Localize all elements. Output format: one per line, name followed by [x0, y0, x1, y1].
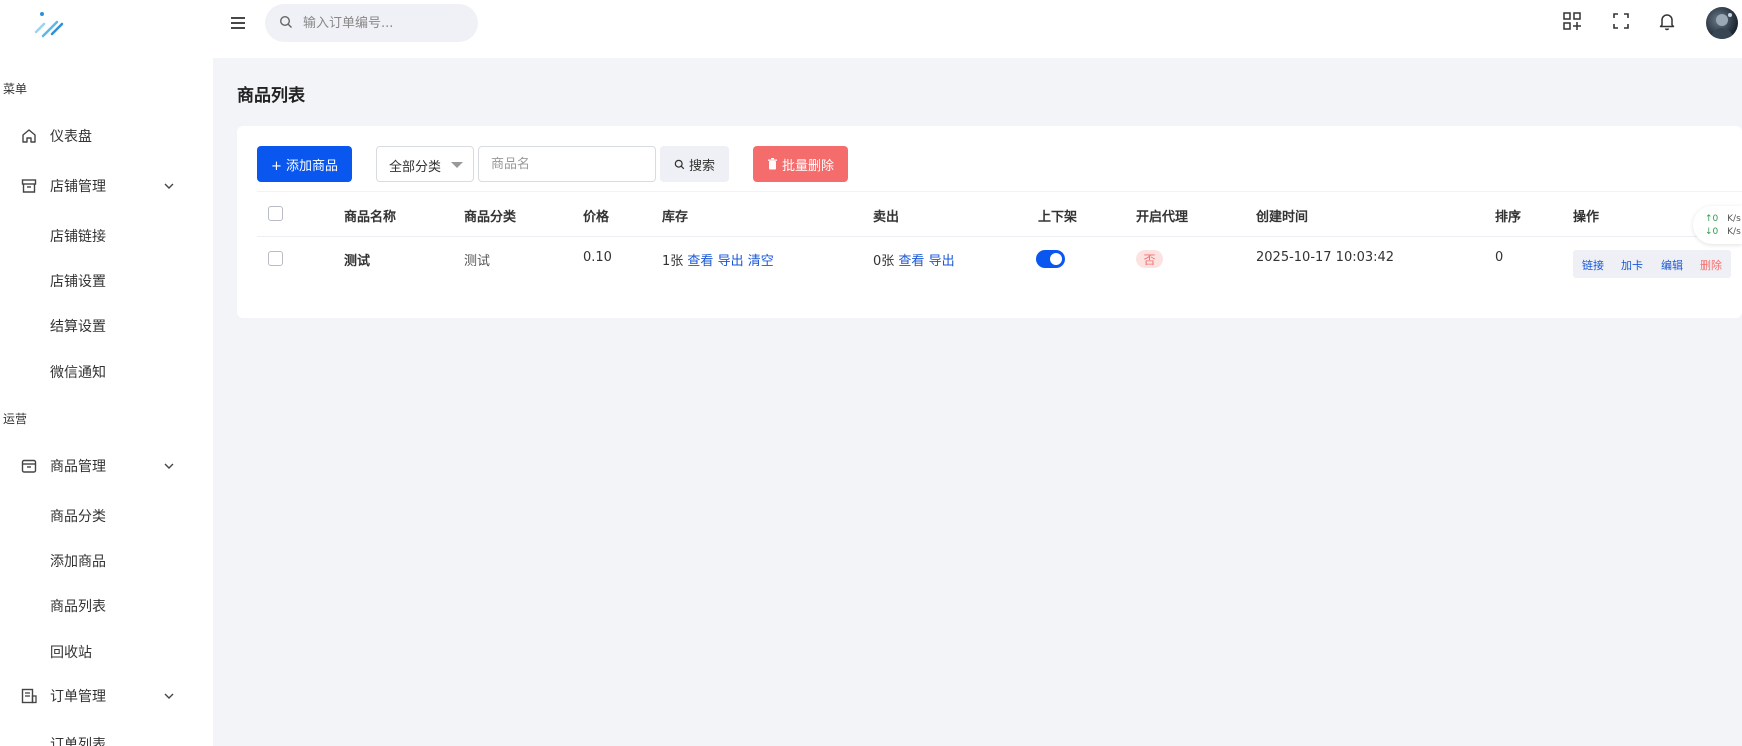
column-header-proxy: 开启代理: [1136, 210, 1189, 225]
qr-add-icon[interactable]: [1562, 11, 1582, 31]
sidebar-item-label: 订单管理: [50, 689, 106, 705]
row-checkbox[interactable]: [268, 251, 283, 266]
order-search-input[interactable]: [303, 4, 471, 42]
toggle-knob: [1050, 253, 1062, 265]
network-speed-widget[interactable]: ↑0 K/s ↓0 K/s: [1693, 206, 1742, 244]
column-header-sort: 排序: [1495, 210, 1522, 225]
product-price: 0.10: [583, 250, 612, 265]
sort-value: 0: [1495, 250, 1504, 265]
sidebar-item-dashboard[interactable]: 仪表盘: [0, 116, 213, 156]
stock-cell: 1张 查看 导出 清空: [662, 250, 774, 269]
topbar: [213, 0, 1742, 58]
upload-speed-unit: K/s: [1727, 214, 1741, 224]
download-speed-unit: K/s: [1727, 227, 1741, 237]
product-list-card: + 添加商品 全部分类 搜索 批量删除 商品名称 商品分类 价格 库存 卖出 上…: [237, 126, 1742, 318]
product-name-input[interactable]: [478, 146, 656, 182]
link-button[interactable]: 链接: [1582, 257, 1604, 273]
sold-export-link[interactable]: 导出: [929, 254, 955, 269]
search-icon: [279, 15, 293, 29]
section-label-menu: 菜单: [3, 82, 28, 96]
caret-down-icon: [451, 162, 463, 168]
column-header-category: 商品分类: [464, 210, 517, 225]
order-search: [265, 4, 478, 42]
sidebar-item-store-settings[interactable]: 店铺设置: [50, 271, 106, 291]
edit-button[interactable]: 编辑: [1661, 257, 1683, 273]
fullscreen-icon[interactable]: [1611, 11, 1631, 31]
row-actions: 链接 加卡 编辑 删除: [1573, 250, 1731, 278]
sidebar-item-wechat-notify[interactable]: 微信通知: [50, 362, 106, 382]
batch-delete-label: 批量删除: [781, 158, 834, 174]
download-speed-value: ↓0: [1705, 227, 1719, 237]
sidebar: 菜单 仪表盘 店铺管理 店铺链接 店铺设置 结算设置 微信通知 运营 商品管理 …: [0, 0, 213, 746]
sidebar-item-store-management[interactable]: 店铺管理: [0, 166, 213, 206]
column-header-name: 商品名称: [344, 210, 397, 225]
column-header-stock: 库存: [662, 210, 689, 225]
section-label-operations: 运营: [3, 412, 28, 426]
category-select[interactable]: 全部分类: [376, 146, 474, 182]
sidebar-item-label: 仪表盘: [50, 129, 92, 145]
sidebar-item-recycle-bin[interactable]: 回收站: [50, 642, 92, 662]
column-header-listed: 上下架: [1038, 210, 1078, 225]
select-all-checkbox[interactable]: [268, 206, 283, 221]
search-icon: [674, 159, 685, 170]
delete-button[interactable]: 删除: [1700, 257, 1722, 273]
add-card-button[interactable]: 加卡: [1621, 257, 1643, 273]
stock-count: 1张: [662, 254, 684, 269]
sidebar-item-add-product[interactable]: 添加商品: [50, 551, 106, 571]
proxy-status-badge: 否: [1136, 250, 1163, 268]
order-icon: [20, 687, 38, 705]
sidebar-item-product-list[interactable]: 商品列表: [50, 596, 106, 616]
batch-delete-button[interactable]: 批量删除: [753, 146, 848, 182]
sold-cell: 0张 查看 导出: [873, 250, 955, 269]
product-category: 测试: [464, 254, 491, 269]
column-header-actions: 操作: [1573, 210, 1600, 225]
stock-export-link[interactable]: 导出: [718, 254, 744, 269]
avatar[interactable]: [1706, 7, 1738, 39]
sold-count: 0张: [873, 254, 895, 269]
menu-icon[interactable]: [229, 14, 247, 32]
store-icon: [20, 177, 38, 195]
created-time: 2025-10-17 10:03:42: [1256, 250, 1395, 265]
upload-speed: ↑0 K/s: [1705, 214, 1741, 224]
category-select-value: 全部分类: [389, 160, 442, 175]
sidebar-item-order-list[interactable]: 订单列表: [50, 734, 106, 746]
stock-view-link[interactable]: 查看: [687, 254, 713, 269]
add-product-button[interactable]: + 添加商品: [257, 146, 352, 182]
sidebar-item-label: 商品管理: [50, 459, 106, 475]
download-speed: ↓0 K/s: [1705, 227, 1741, 237]
sold-view-link[interactable]: 查看: [898, 254, 924, 269]
product-name: 测试: [344, 254, 371, 269]
sidebar-item-settlement-settings[interactable]: 结算设置: [50, 316, 106, 336]
table-header-divider: [257, 236, 1742, 237]
sidebar-item-label: 店铺管理: [50, 179, 106, 195]
sidebar-item-product-category[interactable]: 商品分类: [50, 506, 106, 526]
chevron-down-icon: [162, 689, 176, 703]
column-header-created: 创建时间: [1256, 210, 1309, 225]
search-button-label: 搜索: [688, 158, 715, 174]
column-header-price: 价格: [583, 210, 610, 225]
listed-toggle[interactable]: [1036, 250, 1065, 268]
trash-icon: [767, 158, 778, 170]
upload-speed-value: ↑0: [1705, 214, 1719, 224]
box-icon: [20, 457, 38, 475]
sidebar-item-store-link[interactable]: 店铺链接: [50, 226, 106, 246]
sidebar-item-product-management[interactable]: 商品管理: [0, 446, 213, 486]
sidebar-item-order-management[interactable]: 订单管理: [0, 676, 213, 716]
search-button[interactable]: 搜索: [660, 146, 729, 182]
page-title: 商品列表: [237, 86, 305, 106]
bell-icon[interactable]: [1657, 11, 1677, 31]
stock-clear-link[interactable]: 清空: [748, 254, 774, 269]
table-divider: [257, 191, 1742, 192]
home-icon: [20, 127, 38, 145]
column-header-sold: 卖出: [873, 210, 900, 225]
chevron-down-icon: [162, 179, 176, 193]
logo[interactable]: [30, 6, 70, 40]
chevron-down-icon: [162, 459, 176, 473]
